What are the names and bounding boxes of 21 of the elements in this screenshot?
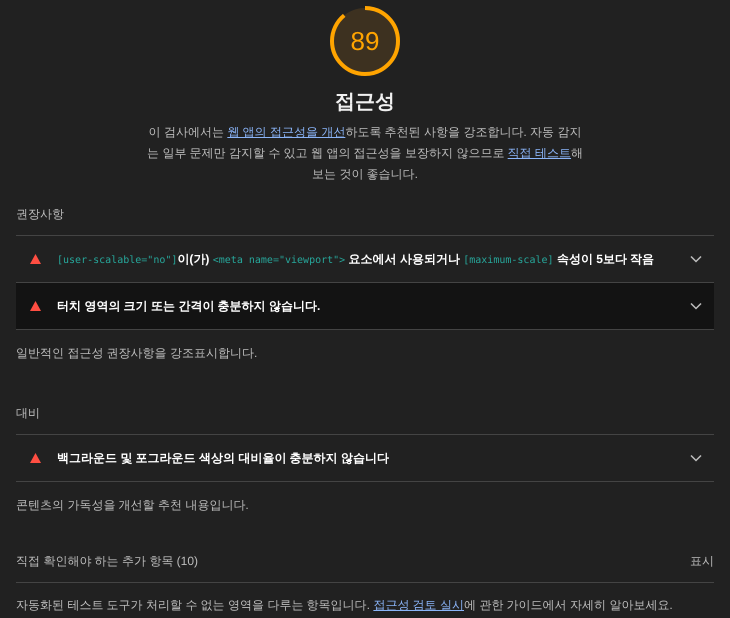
warning-triangle-icon [30,301,41,311]
group-description: 콘텐츠의 가독성을 개선할 추천 내용입니다. [16,497,250,514]
group-description: 자동화된 테스트 도구가 처리할 수 없는 영역을 다루는 항목입니다. 접근성 검토 실시에 관한 가이드에서 자세히 알아보세요. [16,597,674,614]
show-button[interactable]: 표시 [690,552,714,570]
chevron-down-icon[interactable] [690,302,702,310]
category-title: 접근성 [335,90,395,115]
audit-title: 터치 영역의 크기 또는 간격이 충분하지 않습니다. [57,298,322,315]
score-value: 89 [350,26,380,56]
chevron-down-icon[interactable] [690,255,702,263]
warning-triangle-icon [30,254,41,264]
chevron-down-icon[interactable] [690,454,702,462]
audit-title: 백그라운드 및 포그라운드 색상의 대비율이 충분하지 않습니다 [57,450,390,467]
category-description: 이 검사에서는 웹 앱의 접근성을 개선하도록 추천된 사항을 강조합니다. 자동 감지는 일부 문제만 감지할 수 있고 웹 앱의 접근성을 보장하지 않으므로 직접 테스트해 보는 것이 좋습니다. [146,124,584,183]
audit-title: [user-scalable="no"]이(가) <meta name="viewport"> 요소에서 사용되거나 [maximum-scale] 속성이 5보다 작음 [57,251,656,268]
link[interactable]: 웹 앱의 접근성을 개선 [227,125,346,139]
link[interactable]: 직접 테스트 [508,146,572,160]
group-description: 일반적인 접근성 권장사항을 강조표시합니다. [16,345,258,362]
group-title: 직접 확인해야 하는 추가 항목 (10) [16,553,198,570]
audit-row[interactable]: 터치 영역의 크기 또는 간격이 충분하지 않습니다. [16,283,714,330]
link[interactable]: 접근성 검토 실시 [373,598,464,612]
warning-triangle-icon [30,453,41,463]
